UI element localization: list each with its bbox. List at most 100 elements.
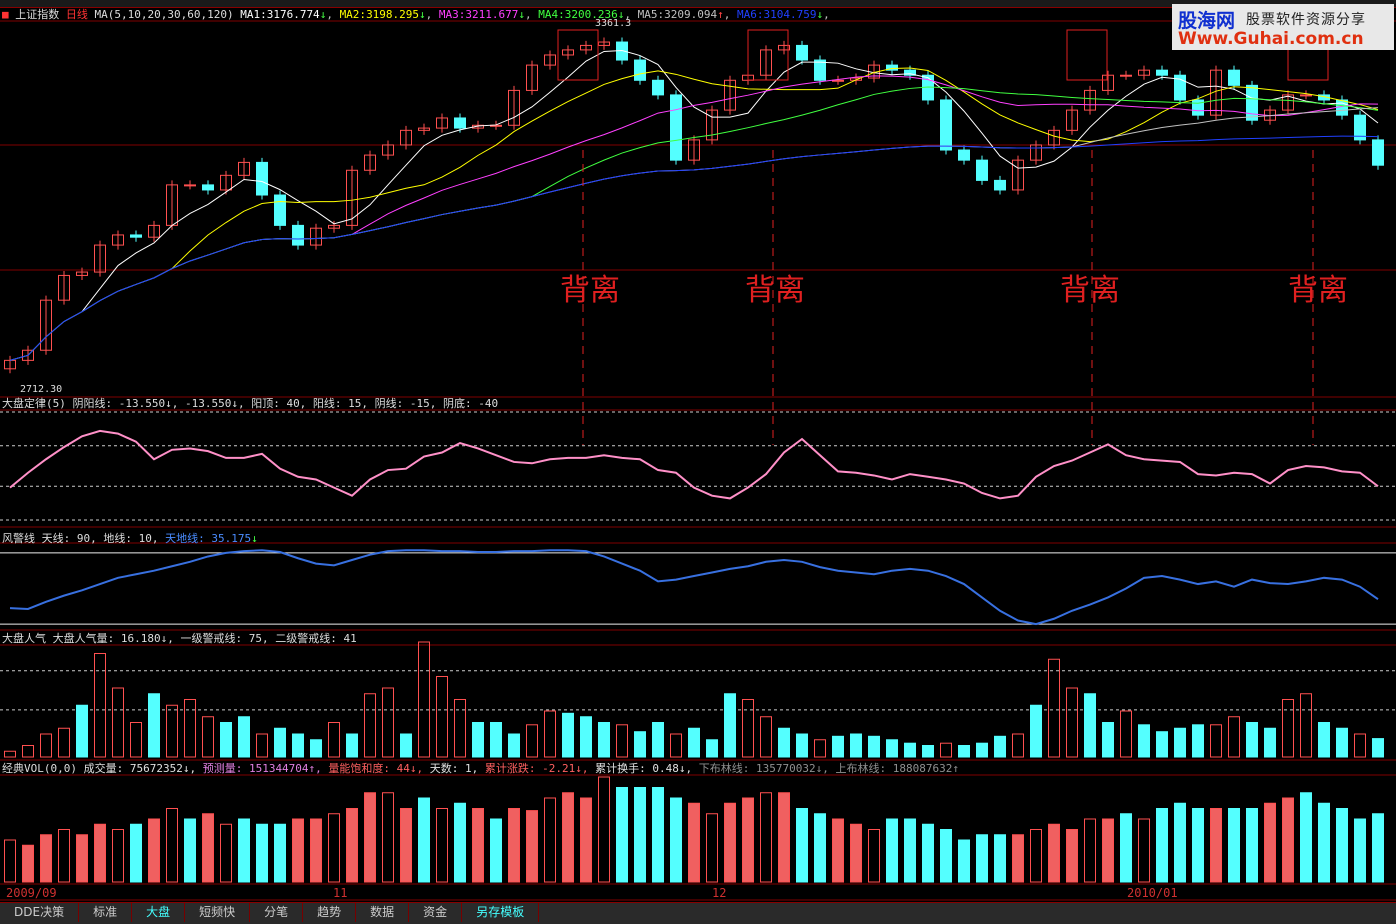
volume-bar [1120,813,1132,883]
popularity-bar [400,733,412,758]
popularity-bar [886,739,898,758]
ma-line-120 [9,135,1379,361]
volume-bar [364,792,376,883]
divergence-annotation: 背离 [560,273,620,308]
tab-funds[interactable]: 资金 [409,903,463,922]
vol-stat: 成交量: 75672352↓, [83,762,203,775]
tab-save-template[interactable]: 另存模板 [462,903,540,922]
candle-body [796,44,808,61]
popularity-bar [220,722,232,758]
tab-standard[interactable]: 标准 [79,903,133,922]
dpdl-values: 阴阳线: -13.550↓, -13.550↓, 阳顶: 40, 阳线: 15,… [72,397,499,410]
volume-bar [994,834,1006,883]
popularity-bar [778,727,790,758]
candle-body [1246,84,1258,121]
ma-value: MA4: [538,8,565,21]
popularity-bar [742,699,754,758]
popularity-bar [598,722,610,758]
tab-data[interactable]: 数据 [356,903,410,922]
candle-body [634,59,646,81]
popularity-bar [256,733,268,758]
candle-body [1120,74,1132,77]
popularity-bar [346,733,358,758]
volume-bar [706,813,718,883]
popularity-bar [760,716,772,758]
volume-bar [1300,792,1312,883]
volume-bar [742,797,754,883]
volume-bar [1174,802,1186,883]
popularity-bar [148,693,160,758]
tab-short[interactable]: 短频快 [185,903,251,922]
ma-line-30 [9,86,1379,361]
popularity-bar [472,722,484,758]
popularity-bar [850,733,862,758]
vol-stat: 预测量: 151344704↑, [202,762,329,775]
popularity-bar [1102,722,1114,758]
rq-values: 大盘人气量: 16.180↓, 一级警戒线: 75, 二级警戒线: 41 [52,632,357,645]
candle-body [976,159,988,181]
volume-bar [292,818,304,883]
popularity-bar [418,641,430,758]
tab-dde[interactable]: DDE决策 [0,903,80,922]
tab-ticks[interactable]: 分笔 [250,903,304,922]
vol-legend: 经典VOL(0,0) 成交量: 75672352↓, 预测量: 15134470… [2,762,959,775]
popularity-bar [1318,722,1330,758]
volume-bar [1084,818,1096,883]
volume-bar [1336,808,1348,883]
tab-market[interactable]: 大盘 [132,903,186,922]
rq-legend: 大盘人气 大盘人气量: 16.180↓, 一级警戒线: 75, 二级警戒线: 4… [2,632,357,645]
volume-bar [40,834,52,883]
popularity-bar [1264,727,1276,758]
ma-arrow: ↓ [419,8,426,21]
popularity-bar [1048,658,1060,758]
tab-trend[interactable]: 趋势 [303,903,357,922]
period-label[interactable]: 日线 [66,8,88,21]
volume-bar [598,776,610,883]
volume-bar [850,823,862,883]
ma-arrow: ↓ [319,8,327,21]
ma-params: MA(5,10,20,30,60,120) [94,8,234,21]
ma-arrow: ↓ [518,8,526,21]
popularity-bar [94,653,106,758]
ma-value: MA1: [240,8,267,21]
ma-value: MA5: [637,8,665,21]
popularity-bar [544,710,556,758]
volume-bar [1228,808,1240,883]
volume-bar [418,797,430,883]
popularity-bar [706,739,718,758]
volume-bar [832,818,844,883]
volume-bar [436,808,448,883]
popularity-bar [1300,693,1312,758]
candle-body [1156,69,1168,76]
bottom-tab-bar: DDE决策 标准 大盘 短频快 分笔 趋势 数据 资金 另存模板 [0,902,1396,924]
volume-bar [1372,813,1384,883]
popularity-bar [958,745,970,758]
popularity-bar [1030,704,1042,758]
volume-bar [1012,834,1024,883]
divergence-annotation: 背离 [1060,273,1120,308]
volume-bar [760,792,772,883]
volume-bar [94,823,106,883]
popularity-bar [1084,693,1096,758]
high-price-label: 3361.3 [595,18,632,29]
vol-stat: 量能饱和度: 44↓, [328,762,430,775]
ma-arrow: ↑ [717,8,724,21]
volume-bar [256,823,268,883]
popularity-bar [724,693,736,758]
volume-bar [1246,808,1258,883]
popularity-bar [328,722,340,758]
volume-bar [22,844,34,883]
popularity-bar [922,745,934,758]
volume-bar [310,818,322,883]
volume-bar [1156,808,1168,883]
popularity-bar [238,716,250,758]
popularity-bar [130,722,142,758]
popularity-bar [58,727,70,758]
popularity-bar [1336,727,1348,758]
popularity-bar [22,745,34,758]
volume-bar [220,823,232,883]
vol-stat: 天数: 1, [429,762,485,775]
vol-title: 经典VOL(0,0) [2,762,77,775]
volume-bar [1264,802,1276,883]
volume-bar [958,839,970,883]
